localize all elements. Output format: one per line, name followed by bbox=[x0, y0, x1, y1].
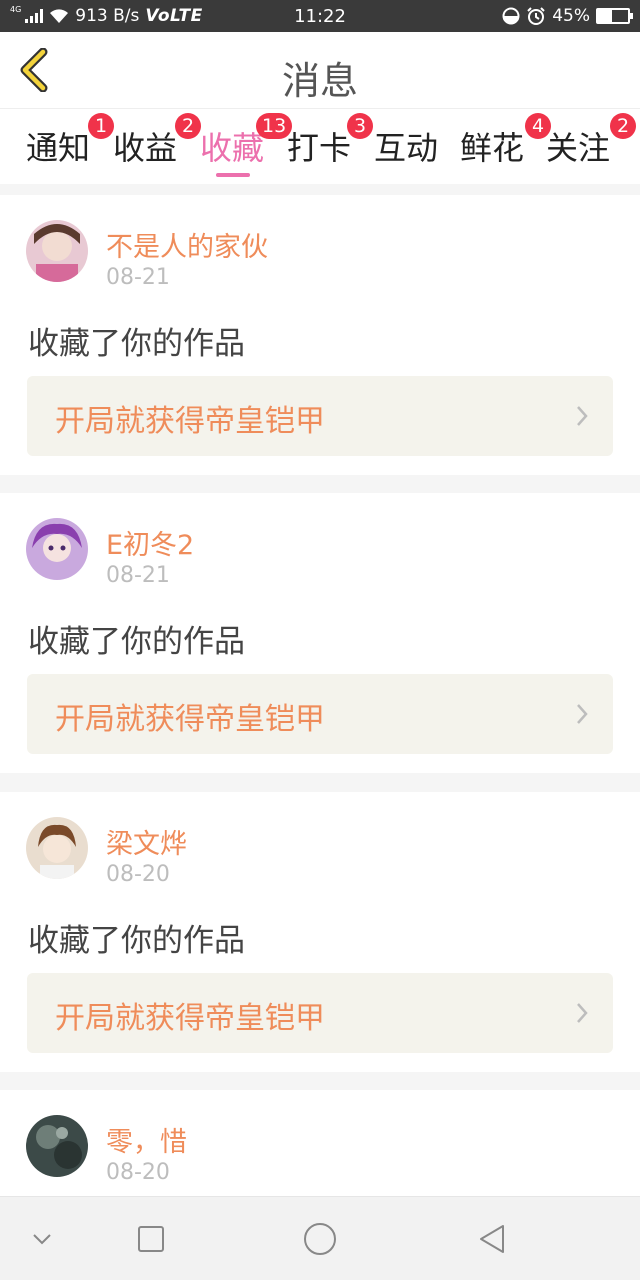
volte-label: VoLTE bbox=[145, 6, 203, 26]
tab-label: 关注 bbox=[546, 129, 611, 167]
tab-label: 互动 bbox=[374, 129, 439, 167]
message-card: 零，惜 08-20 bbox=[0, 1090, 640, 1200]
chevron-down-icon bbox=[33, 1234, 51, 1245]
tab-favorites[interactable]: 收藏 13 bbox=[200, 113, 293, 169]
battery-percent: 45% bbox=[552, 6, 590, 26]
message-card: 不是人的家伙 08-21 收藏了你的作品 开局就获得帝皇铠甲 bbox=[0, 195, 640, 475]
tab-label: 打卡 bbox=[287, 129, 352, 167]
work-link[interactable]: 开局就获得帝皇铠甲 bbox=[27, 973, 613, 1053]
user-name[interactable]: 零，惜 bbox=[106, 1120, 187, 1159]
tab-label: 收藏 bbox=[200, 129, 265, 167]
header: 消息 bbox=[0, 32, 640, 108]
avatar[interactable] bbox=[26, 817, 88, 879]
action-text: 收藏了你的作品 bbox=[28, 326, 245, 362]
hide-nav-button[interactable] bbox=[22, 1219, 62, 1259]
square-icon bbox=[138, 1226, 164, 1252]
work-title: 开局就获得帝皇铠甲 bbox=[55, 702, 325, 737]
avatar[interactable] bbox=[26, 518, 88, 580]
tab-label: 鲜花 bbox=[460, 129, 525, 167]
tab-notifications[interactable]: 通知 1 bbox=[26, 113, 114, 169]
tab-flowers[interactable]: 鲜花 4 bbox=[460, 113, 551, 169]
avatar[interactable] bbox=[26, 1115, 88, 1177]
chevron-right-icon bbox=[577, 1003, 588, 1023]
action-text: 收藏了你的作品 bbox=[28, 624, 245, 660]
recent-apps-button[interactable] bbox=[131, 1219, 171, 1259]
tab-checkin[interactable]: 打卡 3 bbox=[287, 113, 373, 169]
moon-icon bbox=[502, 7, 520, 25]
battery-icon bbox=[596, 8, 633, 24]
message-date: 08-21 bbox=[106, 265, 170, 290]
work-title: 开局就获得帝皇铠甲 bbox=[55, 404, 325, 439]
work-title: 开局就获得帝皇铠甲 bbox=[55, 1001, 325, 1036]
message-card: E初冬2 08-21 收藏了你的作品 开局就获得帝皇铠甲 bbox=[0, 493, 640, 773]
unread-badge: 3 bbox=[347, 113, 373, 139]
tab-earnings[interactable]: 收益 2 bbox=[113, 113, 201, 169]
user-name[interactable]: 不是人的家伙 bbox=[106, 225, 268, 264]
screen: 4G 913 B/s VoLTE 11:22 45% 消息 通知 1 收益 2 … bbox=[0, 0, 640, 1280]
triangle-back-icon bbox=[480, 1225, 504, 1253]
unread-badge: 1 bbox=[88, 113, 114, 139]
wifi-icon bbox=[50, 9, 69, 23]
active-tab-indicator bbox=[216, 173, 250, 177]
tab-bar: 通知 1 收益 2 收藏 13 打卡 3 互动 鲜花 4 关注 2 bbox=[0, 108, 640, 184]
tab-follows[interactable]: 关注 2 bbox=[546, 113, 636, 169]
page-title: 消息 bbox=[281, 59, 358, 103]
unread-badge: 2 bbox=[610, 113, 636, 139]
tab-label: 收益 bbox=[113, 129, 178, 167]
status-bar: 4G 913 B/s VoLTE 11:22 45% bbox=[0, 0, 640, 32]
alarm-icon bbox=[527, 7, 545, 25]
message-card: 梁文烨 08-20 收藏了你的作品 开局就获得帝皇铠甲 bbox=[0, 792, 640, 1072]
signal-icon bbox=[25, 9, 44, 23]
system-nav-bar bbox=[0, 1196, 640, 1280]
tab-label: 通知 bbox=[26, 129, 91, 167]
home-button[interactable] bbox=[300, 1219, 340, 1259]
work-link[interactable]: 开局就获得帝皇铠甲 bbox=[27, 376, 613, 456]
unread-badge: 2 bbox=[175, 113, 201, 139]
work-link[interactable]: 开局就获得帝皇铠甲 bbox=[27, 674, 613, 754]
message-date: 08-20 bbox=[106, 1160, 170, 1185]
chevron-right-icon bbox=[577, 406, 588, 426]
back-nav-button[interactable] bbox=[472, 1219, 512, 1259]
user-name[interactable]: E初冬2 bbox=[106, 523, 194, 562]
message-date: 08-21 bbox=[106, 563, 170, 588]
battery-level bbox=[598, 10, 612, 22]
circle-icon bbox=[304, 1223, 336, 1255]
tab-interactions[interactable]: 互动 bbox=[374, 123, 438, 169]
network-speed: 913 B/s bbox=[75, 6, 140, 26]
network-type: 4G bbox=[10, 5, 22, 14]
chevron-right-icon bbox=[577, 704, 588, 724]
user-name[interactable]: 梁文烨 bbox=[106, 822, 187, 861]
action-text: 收藏了你的作品 bbox=[28, 923, 245, 959]
message-date: 08-20 bbox=[106, 862, 170, 887]
avatar[interactable] bbox=[26, 220, 88, 282]
